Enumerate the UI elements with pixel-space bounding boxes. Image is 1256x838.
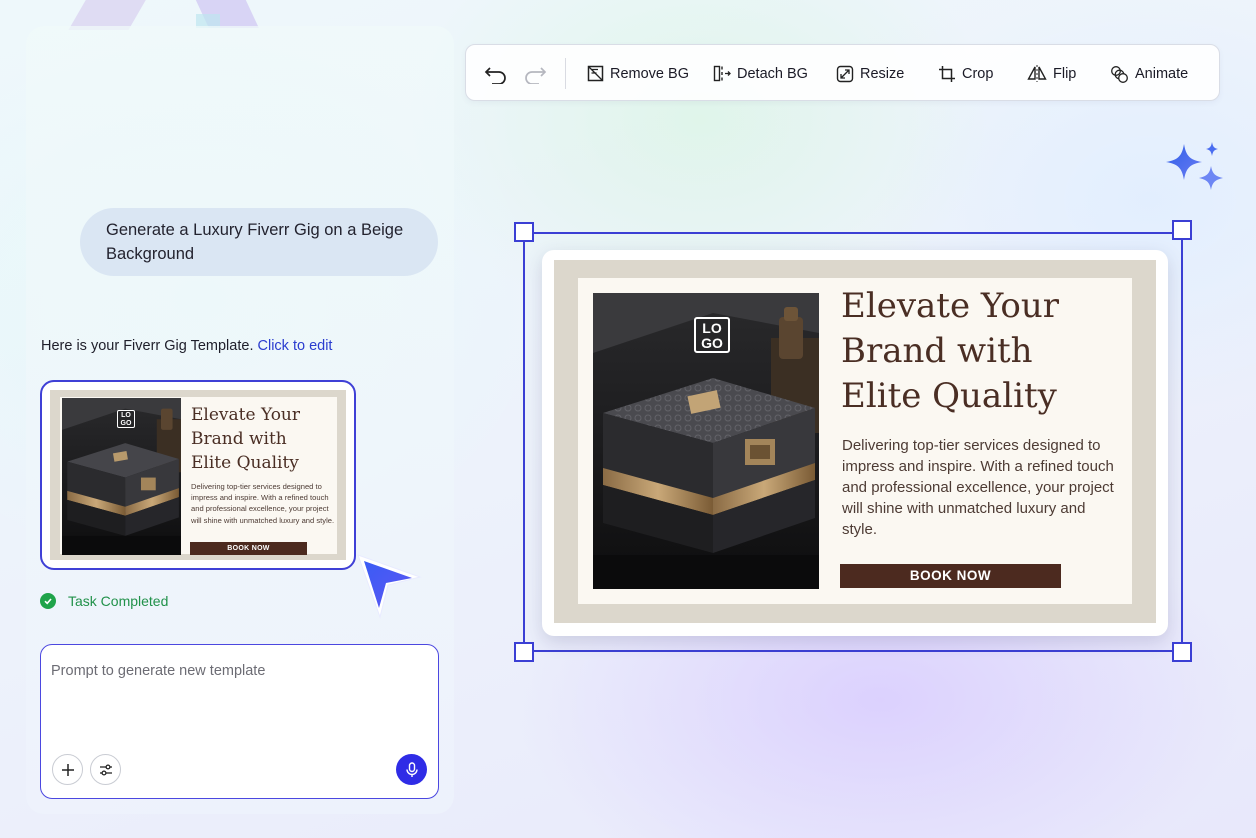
template-preview-book-button: BOOK NOW xyxy=(190,542,307,555)
title-line: Elite Quality xyxy=(191,453,299,473)
settings-button[interactable] xyxy=(90,754,121,785)
crop-icon xyxy=(939,65,955,82)
title-line: Elevate Your xyxy=(841,286,1059,326)
microphone-icon xyxy=(405,761,418,777)
detach-bg-label: Detach BG xyxy=(737,65,808,82)
redo-icon xyxy=(525,66,547,84)
template-preview-background: LO GO Elevate Your Brand with Elite Qual… xyxy=(50,390,346,560)
check-circle-icon xyxy=(40,593,56,609)
prompt-composer xyxy=(40,644,439,799)
detach-background-icon xyxy=(713,65,731,82)
click-to-edit-link[interactable]: Click to edit xyxy=(258,338,333,354)
title-line: Brand with xyxy=(191,429,287,449)
resize-handle-top-left[interactable] xyxy=(514,222,534,242)
logo-text-line1: LO xyxy=(702,320,722,336)
template-preview-description: Delivering top-tier services designed to… xyxy=(191,482,335,525)
editor-toolbar: Remove BG Detach BG Resize Crop Flip Ani… xyxy=(465,44,1220,101)
design-background: LO GO Elevate Your Brand with Elite Qual… xyxy=(554,260,1156,623)
design-description[interactable]: Delivering top-tier services designed to… xyxy=(842,435,1118,540)
remove-bg-label: Remove BG xyxy=(610,65,689,82)
sliders-icon xyxy=(99,763,112,776)
title-line: Elite Quality xyxy=(841,376,1057,416)
template-preview-card[interactable]: LO GO Elevate Your Brand with Elite Qual… xyxy=(40,380,356,570)
resize-handle-bottom-left[interactable] xyxy=(514,642,534,662)
detach-bg-button[interactable]: Detach BG xyxy=(713,45,808,102)
task-status-text: Task Completed xyxy=(68,593,169,609)
flip-button[interactable]: Flip xyxy=(1027,45,1076,102)
undo-icon xyxy=(484,66,506,84)
remove-bg-button[interactable]: Remove BG xyxy=(587,45,689,102)
task-status: Task Completed xyxy=(40,593,168,609)
microphone-button[interactable] xyxy=(396,754,427,785)
resize-button[interactable]: Resize xyxy=(836,45,904,102)
pointer-cursor-icon xyxy=(357,554,422,619)
design-content: LO GO Elevate Your Brand with Elite Qual… xyxy=(578,278,1132,604)
resize-icon xyxy=(836,65,854,82)
title-line: Brand with xyxy=(841,331,1033,371)
logo-placeholder: LO GO xyxy=(694,317,730,353)
redo-button[interactable] xyxy=(523,45,547,102)
logo-text-line2: GO xyxy=(120,419,132,427)
user-message-text: Generate a Luxury Fiverr Gig on a Beige … xyxy=(106,221,404,263)
assistant-reply: Here is your Fiverr Gig Template. Click … xyxy=(41,338,332,354)
flip-icon xyxy=(1027,65,1047,82)
user-message-bubble: Generate a Luxury Fiverr Gig on a Beige … xyxy=(80,208,438,276)
toolbar-divider xyxy=(565,58,566,89)
prompt-input[interactable] xyxy=(51,663,423,679)
logo-text-line1: LO xyxy=(121,412,131,419)
remove-background-icon xyxy=(587,65,604,82)
crop-button[interactable]: Crop xyxy=(938,45,993,102)
product-photo: LO GO xyxy=(62,398,181,555)
logo-text-line2: GO xyxy=(701,334,723,351)
book-now-button[interactable]: BOOK NOW xyxy=(840,564,1061,588)
add-button[interactable] xyxy=(52,754,83,785)
design-title[interactable]: Elevate Your Brand with Elite Quality xyxy=(841,284,1141,419)
crop-label: Crop xyxy=(962,65,994,82)
flip-label: Flip xyxy=(1053,65,1077,82)
animate-label: Animate xyxy=(1135,65,1189,82)
assistant-reply-text: Here is your Fiverr Gig Template. xyxy=(41,338,254,354)
resize-handle-top-right[interactable] xyxy=(1172,220,1192,240)
animate-icon xyxy=(1111,65,1128,83)
title-line: Elevate Your xyxy=(191,405,300,425)
sparkle-icon xyxy=(1166,142,1223,190)
plus-icon xyxy=(61,763,74,776)
logo-placeholder: LO GO xyxy=(117,410,135,428)
design-canvas[interactable]: LO GO Elevate Your Brand with Elite Qual… xyxy=(542,250,1168,636)
template-preview-title: Elevate Your Brand with Elite Quality xyxy=(191,403,341,475)
template-preview-content: LO GO Elevate Your Brand with Elite Qual… xyxy=(60,397,337,555)
animate-button[interactable]: Animate xyxy=(1110,45,1188,102)
undo-button[interactable] xyxy=(484,45,508,102)
product-photo[interactable]: LO GO xyxy=(593,293,819,589)
resize-label: Resize xyxy=(860,65,905,82)
resize-handle-bottom-right[interactable] xyxy=(1172,642,1192,662)
